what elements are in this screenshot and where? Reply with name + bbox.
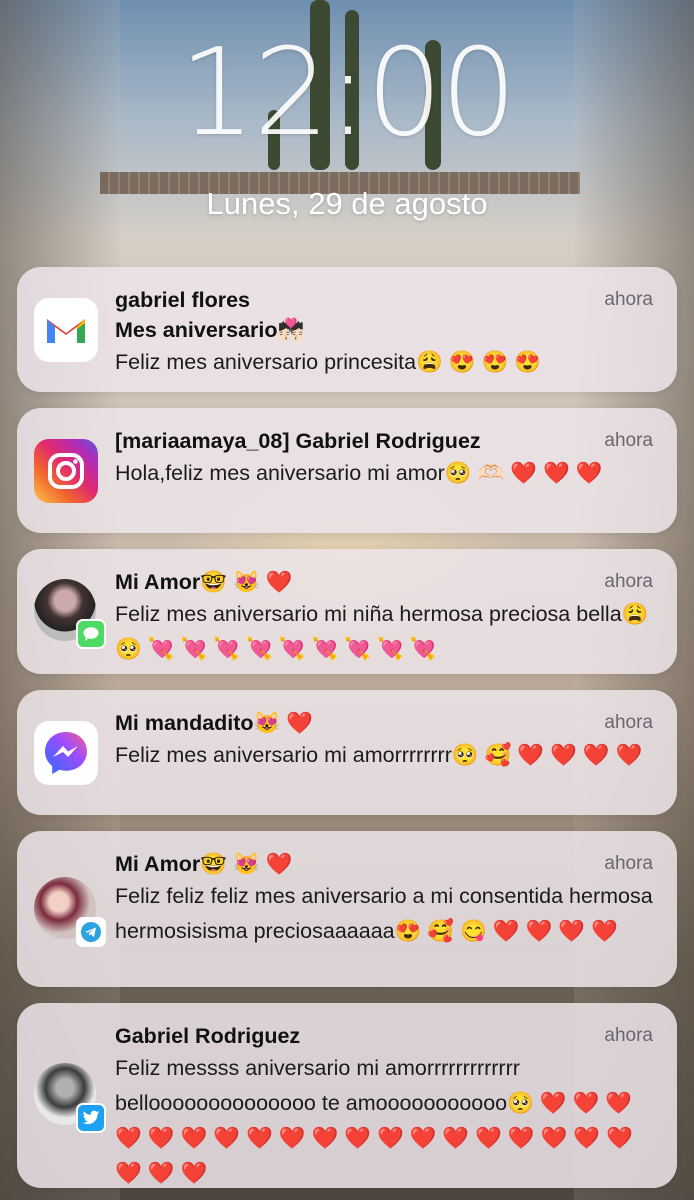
instagram-icon [34,439,98,503]
notification-time: ahora [604,853,653,874]
notification-telegram[interactable]: Mi Amor🤓 😻 ❤️ ahora Feliz feliz feliz me… [17,831,677,987]
notification-sender: gabriel flores [115,288,251,312]
notification-message: Feliz mes aniversario mi amorrrrrrrr🥺 🥰 … [115,743,643,767]
notification-message: Hola,feliz mes aniversario mi amor🥺 🫶🏻 ❤… [115,461,603,485]
notification-sender: [mariaamaya_08] Gabriel Rodriguez [115,429,481,453]
messages-icon [76,619,106,649]
notification-twitter[interactable]: Gabriel Rodriguez ahora Feliz messss ani… [17,1003,677,1188]
notification-message: Feliz messss aniversario mi amorrrrrrrrr… [115,1056,633,1185]
notification-messenger[interactable]: Mi mandadito😻 ❤️ ahora Feliz mes anivers… [17,690,677,815]
notification-time: ahora [604,712,653,733]
notification-time: ahora [604,430,653,451]
notification-sender: Mi Amor🤓 😻 ❤️ [115,852,293,876]
notification-message: Feliz feliz feliz mes aniversario a mi c… [115,884,653,943]
notification-sender: Mi mandadito😻 ❤️ [115,711,314,735]
lockscreen-date: Lunes, 29 de agosto [206,186,488,221]
notification-message: Feliz mes aniversario princesita😩 😍 😍 😍 [115,350,542,374]
gmail-icon [34,298,98,362]
notification-time: ahora [604,289,653,310]
lockscreen-clock: 12:00 [179,24,517,163]
twitter-icon [76,1103,106,1133]
notification-messages[interactable]: Mi Amor🤓 😻 ❤️ ahora Feliz mes aniversari… [17,549,677,674]
telegram-icon [76,917,106,947]
notification-message: Feliz mes aniversario mi niña hermosa pr… [115,602,649,661]
notification-time: ahora [604,571,653,592]
messenger-icon [34,721,98,785]
notification-subject: Mes aniversario💏🏻 [115,318,305,342]
notification-sender: Mi Amor🤓 😻 ❤️ [115,570,293,594]
notification-time: ahora [604,1025,653,1046]
notification-gmail[interactable]: gabriel flores ahora Mes aniversario💏🏻 F… [17,267,677,392]
notification-instagram[interactable]: [mariaamaya_08] Gabriel Rodriguez ahora … [17,408,677,533]
notification-sender: Gabriel Rodriguez [115,1024,301,1048]
